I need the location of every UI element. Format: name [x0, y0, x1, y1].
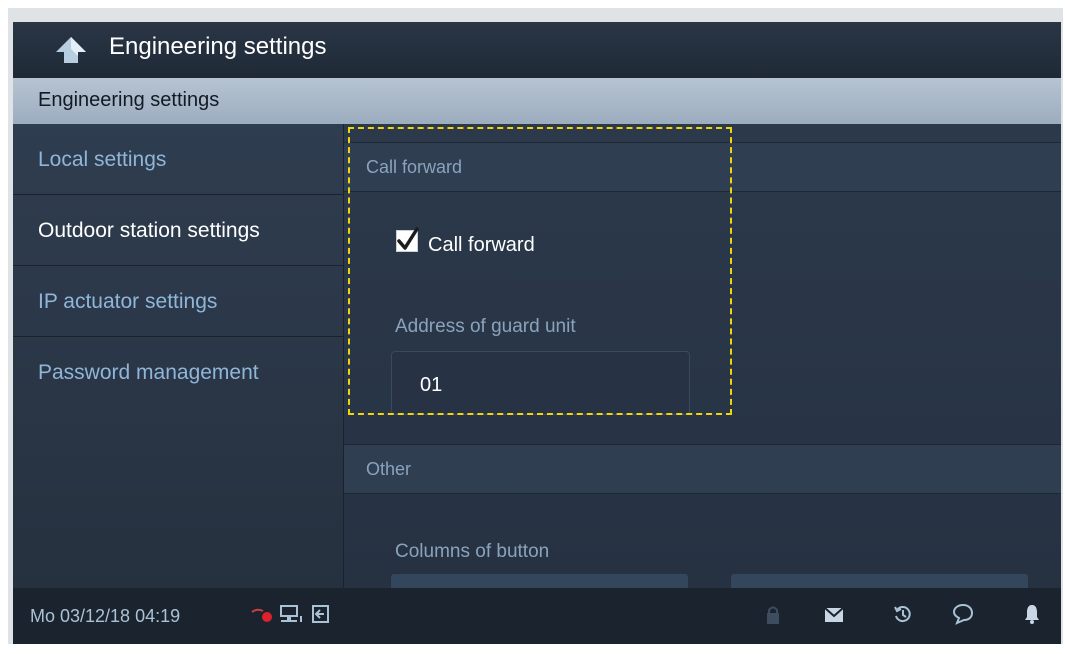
sidebar-item-ip-actuator-settings[interactable]: IP actuator settings	[13, 266, 343, 337]
sidebar-item-outdoor-station-settings[interactable]: Outdoor station settings	[13, 195, 343, 266]
status-bar: Mo 03/12/18 04:19	[13, 588, 1061, 644]
group-title: Other	[366, 459, 411, 480]
device-screen: Engineering settings Engineering setting…	[13, 22, 1061, 644]
section-header: Engineering settings	[13, 78, 1061, 124]
sidebar: Local settings Outdoor station settings …	[13, 124, 344, 588]
back-arrow-icon	[53, 34, 89, 66]
mute-indicator-icon	[251, 606, 279, 626]
lock-icon	[765, 604, 781, 626]
date-time: Mo 03/12/18 04:19	[30, 606, 180, 627]
title-bar: Engineering settings	[13, 22, 1061, 78]
columns-of-button-label: Columns of button	[395, 541, 549, 563]
sidebar-item-label: IP actuator settings	[38, 290, 217, 314]
highlight-box	[348, 127, 732, 415]
bell-icon[interactable]	[1024, 603, 1040, 625]
exit-icon[interactable]	[310, 603, 332, 625]
section-title: Engineering settings	[38, 89, 219, 112]
mail-icon[interactable]	[824, 607, 844, 623]
sidebar-item-label: Password management	[38, 361, 259, 385]
sidebar-item-password-management[interactable]: Password management	[13, 337, 343, 407]
sidebar-item-label: Outdoor station settings	[38, 219, 260, 243]
sidebar-item-local-settings[interactable]: Local settings	[13, 124, 343, 195]
group-header-other: Other	[344, 444, 1061, 494]
back-button[interactable]	[53, 34, 89, 66]
page-title: Engineering settings	[109, 33, 326, 61]
message-icon[interactable]	[952, 603, 974, 625]
sidebar-item-label: Local settings	[38, 148, 166, 172]
history-icon[interactable]	[893, 604, 913, 624]
network-icon	[279, 604, 305, 626]
